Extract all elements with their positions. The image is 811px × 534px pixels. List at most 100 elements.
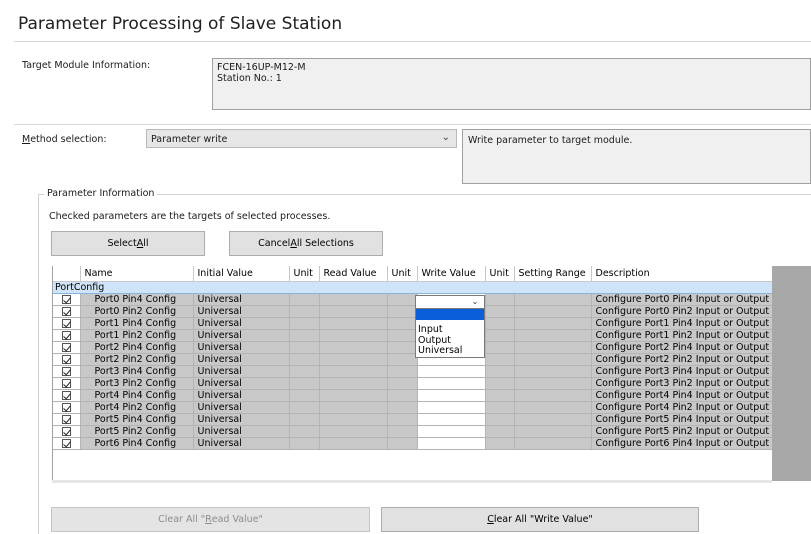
row-unit	[387, 365, 418, 378]
row-checkbox[interactable]	[53, 317, 81, 330]
row-initial-value: Universal	[193, 329, 290, 342]
row-read-value	[319, 389, 388, 402]
grid-header-row: Name Initial Value Unit Read Value Unit …	[53, 266, 774, 282]
checkbox-checked-icon[interactable]	[61, 414, 71, 424]
row-write-value[interactable]	[417, 377, 486, 390]
row-checkbox[interactable]	[53, 365, 81, 378]
row-unit	[485, 425, 515, 438]
row-unit	[289, 353, 320, 366]
dropdown-option-empty[interactable]	[416, 309, 484, 320]
row-setting-range	[514, 305, 592, 318]
method-select[interactable]: Parameter write ⌄	[146, 129, 457, 148]
row-setting-range	[514, 401, 592, 414]
row-checkbox[interactable]	[53, 401, 81, 414]
dropdown-option-universal[interactable]: Universal	[418, 346, 462, 356]
row-description: Configure Port2 Pin4 Input or Output	[591, 341, 774, 354]
table-row[interactable]: Port5 Pin4 Config Universal Configure Port…	[53, 413, 774, 426]
target-module-station: Station No.: 1	[217, 73, 282, 84]
row-description: Configure Port1 Pin2 Input or Output	[591, 329, 774, 342]
checkbox-checked-icon[interactable]	[61, 438, 71, 448]
row-checkbox[interactable]	[53, 389, 81, 402]
row-read-value	[319, 401, 388, 414]
checkbox-checked-icon[interactable]	[61, 426, 71, 436]
row-checkbox[interactable]	[53, 413, 81, 426]
header-unit[interactable]: Unit	[289, 266, 320, 282]
checkbox-checked-icon[interactable]	[61, 330, 71, 340]
checkbox-checked-icon[interactable]	[61, 318, 71, 328]
table-row[interactable]: Port1 Pin4 Config Universal Configure Port…	[53, 317, 774, 330]
row-write-value[interactable]	[417, 413, 486, 426]
group-label: PortConfig	[53, 281, 774, 294]
row-write-value[interactable]	[417, 365, 486, 378]
header-setting-range[interactable]: Setting Range	[514, 266, 592, 282]
row-checkbox[interactable]	[53, 377, 81, 390]
row-checkbox[interactable]	[53, 305, 81, 318]
checkbox-checked-icon[interactable]	[61, 294, 71, 304]
row-checkbox[interactable]	[53, 353, 81, 366]
target-module-label: Target Module Information:	[22, 60, 151, 71]
write-value-select[interactable]: ⌄	[416, 296, 484, 309]
row-checkbox[interactable]	[53, 293, 81, 306]
chevron-down-icon[interactable]: ⌄	[468, 296, 482, 308]
table-row[interactable]: Port1 Pin2 Config Universal Configure Port…	[53, 329, 774, 342]
row-write-value[interactable]	[417, 389, 486, 402]
table-row[interactable]: Port4 Pin2 Config Universal Configure Port…	[53, 401, 774, 414]
table-row[interactable]: Port0 Pin4 Config Universal Configure Port…	[53, 293, 774, 306]
checkbox-checked-icon[interactable]	[61, 354, 71, 364]
horizontal-scrollbar[interactable]	[52, 480, 772, 483]
table-row[interactable]: Port3 Pin4 Config Universal Configure Port…	[53, 365, 774, 378]
header-description[interactable]: Description	[591, 266, 774, 282]
row-initial-value: Universal	[193, 341, 290, 354]
row-unit	[485, 365, 515, 378]
row-write-value[interactable]	[417, 401, 486, 414]
checkbox-checked-icon[interactable]	[61, 342, 71, 352]
checkbox-checked-icon[interactable]	[61, 402, 71, 412]
row-checkbox[interactable]	[53, 437, 81, 450]
clear-all-read-value-button[interactable]: Clear All " Read Value"	[51, 507, 370, 532]
group-row[interactable]: PortConfig	[53, 281, 774, 294]
row-initial-value: Universal	[193, 377, 290, 390]
row-unit	[485, 413, 515, 426]
checkbox-checked-icon[interactable]	[61, 366, 71, 376]
row-checkbox[interactable]	[53, 329, 81, 342]
row-name: Port0 Pin2 Config	[80, 305, 194, 318]
row-setting-range	[514, 413, 592, 426]
clear-all-write-value-button[interactable]: Clear All "Write Value"	[381, 507, 699, 532]
header-name[interactable]: Name	[80, 266, 194, 282]
table-row[interactable]: Port2 Pin4 Config Universal Configure Port…	[53, 341, 774, 354]
write-value-dropdown[interactable]: ⌄ Input Output Universal	[415, 295, 485, 358]
dropdown-option-input[interactable]: Input	[418, 325, 443, 335]
row-description: Configure Port0 Pin2 Input or Output	[591, 305, 774, 318]
header-write-value[interactable]: Write Value	[417, 266, 486, 282]
cancel-all-selections-button[interactable]: Cancel All Selections	[229, 231, 383, 256]
table-row[interactable]: Port0 Pin2 Config Universal Configure Port…	[53, 305, 774, 318]
header-unit[interactable]: Unit	[387, 266, 418, 282]
row-write-value[interactable]	[417, 425, 486, 438]
checkbox-checked-icon[interactable]	[61, 378, 71, 388]
row-checkbox[interactable]	[53, 425, 81, 438]
header-read-value[interactable]: Read Value	[319, 266, 388, 282]
header-unit[interactable]: Unit	[485, 266, 515, 282]
row-unit	[485, 293, 515, 306]
row-setting-range	[514, 341, 592, 354]
row-unit	[289, 377, 320, 390]
row-initial-value: Universal	[193, 365, 290, 378]
row-checkbox[interactable]	[53, 341, 81, 354]
row-unit	[289, 305, 320, 318]
select-all-button[interactable]: Select All	[51, 231, 205, 256]
target-module-name: FCEN-16UP-M12-M	[217, 62, 306, 73]
table-row[interactable]: Port2 Pin2 Config Universal Configure Port…	[53, 353, 774, 366]
table-row[interactable]: Port6 Pin4 Config Universal Configure Port…	[53, 437, 774, 450]
row-read-value	[319, 317, 388, 330]
checkbox-checked-icon[interactable]	[61, 306, 71, 316]
table-row[interactable]: Port4 Pin4 Config Universal Configure Port…	[53, 389, 774, 402]
header-initial-value[interactable]: Initial Value	[193, 266, 290, 282]
row-initial-value: Universal	[193, 305, 290, 318]
row-write-value[interactable]	[417, 437, 486, 450]
table-row[interactable]: Port5 Pin2 Config Universal Configure Port…	[53, 425, 774, 438]
row-description: Configure Port5 Pin4 Input or Output	[591, 413, 774, 426]
title-divider	[14, 41, 811, 42]
target-module-box: FCEN-16UP-M12-M Station No.: 1	[212, 58, 811, 110]
table-row[interactable]: Port3 Pin2 Config Universal Configure Port…	[53, 377, 774, 390]
checkbox-checked-icon[interactable]	[61, 390, 71, 400]
